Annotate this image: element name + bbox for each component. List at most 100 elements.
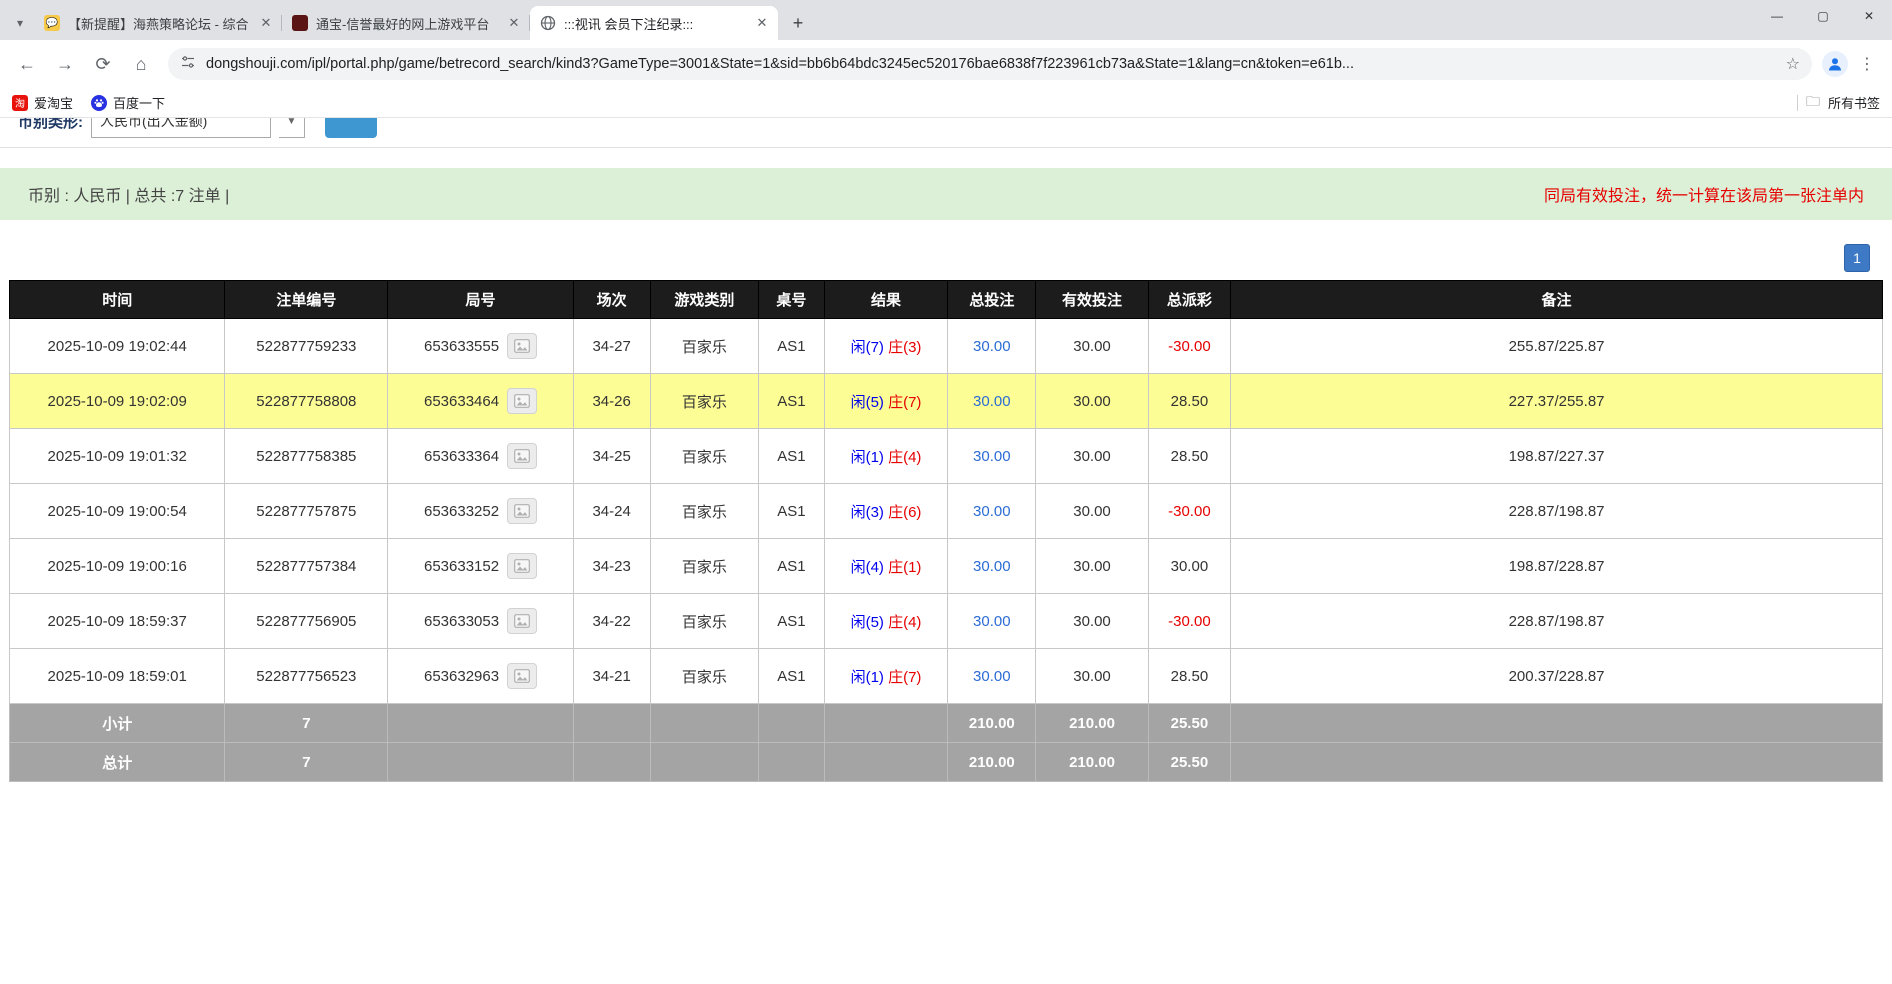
result-player: 闲(5)	[851, 394, 884, 411]
tab-title: 【新提醒】海燕策略论坛 - 综合	[68, 14, 250, 33]
summary-text: 币别 : 人民币 | 总共 :7 注单 |	[28, 182, 229, 206]
cell-result: 闲(3) 庄(6)	[824, 484, 948, 539]
cell-valid-bet: 30.00	[1036, 319, 1148, 374]
select-caret-icon[interactable]: ▼	[279, 118, 305, 138]
browser-toolbar: ← → ⟳ ⌂ dongshouji.com/ipl/portal.php/ga…	[0, 40, 1892, 88]
tab1-favicon-icon: 💬	[44, 15, 60, 31]
table-row: 2025-10-09 19:01:32 522877758385 6536333…	[10, 429, 1883, 484]
new-tab-button[interactable]: +	[784, 9, 812, 37]
url-text[interactable]: dongshouji.com/ipl/portal.php/game/betre…	[206, 56, 1776, 72]
subtotal-row: 小计 7 210.00 210.00 25.50	[10, 704, 1883, 743]
browser-tab-active[interactable]: :::视讯 会员下注纪录::: ✕	[530, 6, 778, 40]
column-header: 时间	[10, 281, 225, 319]
total-payout: 25.50	[1148, 743, 1230, 782]
cell-game-type: 百家乐	[650, 539, 759, 594]
address-bar[interactable]: dongshouji.com/ipl/portal.php/game/betre…	[168, 48, 1812, 80]
round-result-image-icon[interactable]	[507, 553, 537, 579]
cell-time: 2025-10-09 19:02:44	[10, 319, 225, 374]
cell-table-number: AS1	[759, 484, 825, 539]
column-header: 总派彩	[1148, 281, 1230, 319]
page-content: 币别类形: 人民币(出入金额) ▼ 币别 : 人民币 | 总共 :7 注单 | …	[0, 118, 1892, 984]
table-row: 2025-10-09 18:59:01 522877756523 6536329…	[10, 649, 1883, 704]
cell-valid-bet: 30.00	[1036, 374, 1148, 429]
cell-total-bet[interactable]: 30.00	[948, 374, 1036, 429]
cell-valid-bet: 30.00	[1036, 594, 1148, 649]
round-number: 653633152	[424, 558, 499, 575]
cell-result: 闲(7) 庄(3)	[824, 319, 948, 374]
home-icon[interactable]: ⌂	[124, 47, 158, 81]
total-label: 总计	[10, 743, 225, 782]
round-result-image-icon[interactable]	[507, 608, 537, 634]
table-row: 2025-10-09 19:02:44 522877759233 6536335…	[10, 319, 1883, 374]
all-bookmarks[interactable]: 🗀 所有书签	[1797, 91, 1880, 115]
cell-round: 653633364	[388, 429, 573, 484]
tab-title: 通宝-信誉最好的网上游戏平台	[316, 14, 498, 33]
window-close-button[interactable]: ✕	[1846, 0, 1892, 32]
profile-avatar[interactable]	[1822, 51, 1848, 77]
cell-table-number: AS1	[759, 429, 825, 484]
cell-payout: 28.50	[1148, 649, 1230, 704]
cell-remark: 200.37/228.87	[1231, 649, 1883, 704]
round-result-image-icon[interactable]	[507, 333, 537, 359]
currency-type-select[interactable]: 人民币(出入金额)	[91, 118, 271, 138]
cell-total-bet[interactable]: 30.00	[948, 649, 1036, 704]
page-1-button[interactable]: 1	[1844, 244, 1870, 272]
cell-game-type: 百家乐	[650, 429, 759, 484]
column-header: 场次	[573, 281, 650, 319]
round-result-image-icon[interactable]	[507, 498, 537, 524]
table-row: 2025-10-09 19:00:16 522877757384 6536331…	[10, 539, 1883, 594]
bookmark-taobao[interactable]: 淘 爱淘宝	[12, 93, 73, 112]
browser-menu-icon[interactable]: ⋮	[1852, 47, 1882, 81]
tab-close-icon[interactable]: ✕	[754, 15, 770, 31]
tab-close-icon[interactable]: ✕	[258, 15, 274, 31]
round-result-image-icon[interactable]	[507, 443, 537, 469]
round-result-image-icon[interactable]	[507, 663, 537, 689]
bookmark-label: 百度一下	[113, 93, 165, 112]
cell-bet-id: 522877757875	[225, 484, 388, 539]
tab-title: :::视讯 会员下注纪录:::	[564, 14, 746, 33]
cell-total-bet[interactable]: 30.00	[948, 539, 1036, 594]
window-minimize-button[interactable]: —	[1754, 0, 1800, 32]
subtotal-count: 7	[225, 704, 388, 743]
forward-icon[interactable]: →	[48, 47, 82, 81]
cell-total-bet[interactable]: 30.00	[948, 319, 1036, 374]
result-banker: 庄(4)	[888, 614, 921, 631]
cell-total-bet[interactable]: 30.00	[948, 429, 1036, 484]
back-icon[interactable]: ←	[10, 47, 44, 81]
browser-tab-2[interactable]: 通宝-信誉最好的网上游戏平台 ✕	[282, 6, 530, 40]
cell-time: 2025-10-09 18:59:37	[10, 594, 225, 649]
window-maximize-button[interactable]: ▢	[1800, 0, 1846, 32]
result-banker: 庄(4)	[888, 449, 921, 466]
round-result-image-icon[interactable]	[507, 388, 537, 414]
cell-payout: -30.00	[1148, 484, 1230, 539]
cell-result: 闲(4) 庄(1)	[824, 539, 948, 594]
column-header: 备注	[1231, 281, 1883, 319]
tab-search-chevron-icon[interactable]: ▾	[6, 6, 34, 40]
cell-payout: 28.50	[1148, 429, 1230, 484]
cell-round: 653633252	[388, 484, 573, 539]
browser-tab-1[interactable]: 💬 【新提醒】海燕策略论坛 - 综合 ✕	[34, 6, 282, 40]
site-info-icon[interactable]	[180, 54, 196, 75]
cell-time: 2025-10-09 19:00:16	[10, 539, 225, 594]
cell-session: 34-27	[573, 319, 650, 374]
reload-icon[interactable]: ⟳	[86, 47, 120, 81]
result-banker: 庄(3)	[888, 339, 921, 356]
browser-tab-strip: ▾ 💬 【新提醒】海燕策略论坛 - 综合 ✕ 通宝-信誉最好的网上游戏平台 ✕ …	[0, 0, 1892, 40]
cell-game-type: 百家乐	[650, 374, 759, 429]
cell-table-number: AS1	[759, 594, 825, 649]
search-button[interactable]	[325, 118, 377, 138]
all-bookmarks-label: 所有书签	[1828, 93, 1880, 112]
pagination: 1	[0, 220, 1892, 280]
bookmark-star-icon[interactable]: ☆	[1786, 54, 1800, 74]
tab-close-icon[interactable]: ✕	[506, 15, 522, 31]
cell-round: 653633555	[388, 319, 573, 374]
total-valid-bet: 210.00	[1036, 743, 1148, 782]
cell-game-type: 百家乐	[650, 484, 759, 539]
cell-total-bet[interactable]: 30.00	[948, 484, 1036, 539]
result-player: 闲(5)	[851, 614, 884, 631]
result-player: 闲(1)	[851, 669, 884, 686]
cell-total-bet[interactable]: 30.00	[948, 594, 1036, 649]
cell-session: 34-22	[573, 594, 650, 649]
result-banker: 庄(7)	[888, 394, 921, 411]
bookmark-baidu[interactable]: 百度一下	[91, 93, 165, 112]
